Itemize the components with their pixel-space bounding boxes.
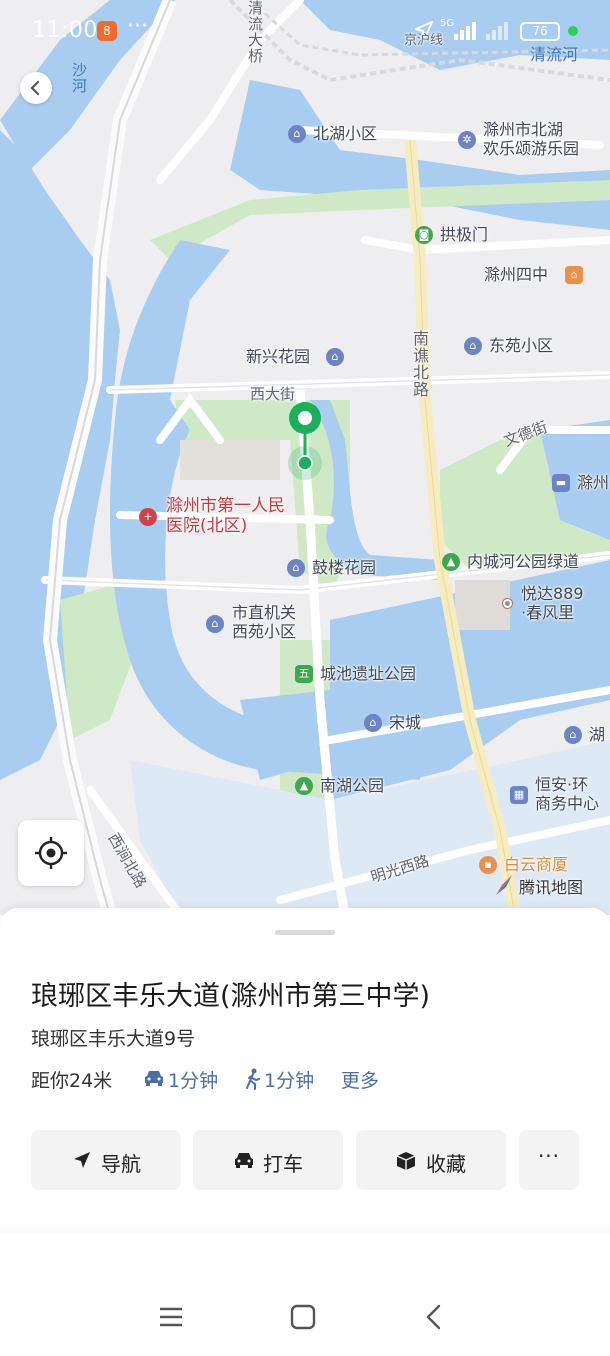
place-address: 琅琊区丰乐大道9号 — [31, 1028, 196, 1050]
map-label-lake-short[interactable]: 湖 — [589, 726, 605, 744]
heritage-park-icon: 五 — [295, 665, 313, 683]
shopping-icon: ▪ — [479, 856, 497, 874]
map-label-song-city[interactable]: 宋城 — [389, 714, 421, 732]
map-view[interactable]: 11:00 8 ··· 5G 76 清流大桥 沙河 京沪线 清流河 ⌂ 北湖小区… — [0, 0, 610, 915]
map-label-gulou-garden[interactable]: 鼓楼花园 — [312, 559, 376, 577]
map-label-jinghu-line: 京沪线 — [404, 33, 444, 48]
status-time: 11:00 — [32, 18, 98, 43]
taxi-icon — [235, 1153, 253, 1168]
map-label-nanhu-park[interactable]: 南湖公园 — [320, 777, 384, 795]
residential-icon: ⌂ — [287, 559, 305, 577]
scenic-spot-icon: ◙ — [415, 226, 433, 244]
map-label-hengan-2[interactable]: 商务中心 — [535, 795, 599, 813]
map-label-qingliu-bridge: 清流大桥 — [246, 0, 264, 64]
map-label-hospital-2[interactable]: 医院(北区) — [166, 516, 247, 537]
place-title: 琅琊区丰乐大道(滁州市第三中学) — [31, 981, 431, 1012]
hospital-icon: + — [139, 508, 157, 526]
status-more-dots: ··· — [127, 14, 148, 39]
school-icon: ⌂ — [565, 266, 583, 284]
residential-icon: ⌂ — [364, 714, 382, 732]
navigation-arrow-icon — [74, 1152, 90, 1168]
favorite-label: 收藏 — [426, 1152, 466, 1176]
more-dots-icon: ··· — [537, 1144, 561, 1168]
distance-text: 距你24米 — [31, 1070, 113, 1092]
chevron-left-icon — [30, 80, 40, 96]
crosshair-icon — [35, 837, 67, 869]
tencent-map-logo-icon — [496, 875, 512, 895]
section-divider — [0, 1226, 610, 1234]
office-building-icon: ▦ — [510, 786, 528, 804]
residential-icon: ⌂ — [206, 615, 224, 633]
sheet-drag-handle[interactable] — [275, 930, 335, 935]
drive-time[interactable]: 1分钟 — [168, 1066, 218, 1093]
taxi-button[interactable]: 打车 — [193, 1130, 343, 1190]
park-icon: ▲ — [442, 553, 460, 571]
residential-icon: ⌂ — [464, 337, 482, 355]
favorite-button[interactable]: 收藏 — [356, 1130, 506, 1190]
back-icon[interactable] — [424, 1304, 444, 1330]
charging-dot-icon — [568, 26, 578, 36]
walk-time[interactable]: 1分钟 — [264, 1066, 314, 1093]
map-label-gongji-gate[interactable]: 拱极门 — [440, 226, 488, 244]
hotel-icon: ▬ — [552, 474, 570, 492]
back-button[interactable] — [20, 72, 52, 104]
map-label-hospital[interactable]: 滁州市第一人民 — [166, 496, 285, 517]
map-label-beihu-community[interactable]: 北湖小区 — [313, 125, 377, 143]
status-bar: 11:00 8 ··· 5G 76 — [0, 0, 610, 62]
notification-app-icon: 8 — [97, 21, 117, 41]
amusement-park-icon: ✲ — [458, 131, 476, 149]
residential-icon: ⌂ — [564, 726, 582, 744]
map-label-xidajie: 西大街 — [250, 385, 296, 403]
signal-strength-icon — [454, 22, 476, 40]
home-icon[interactable] — [290, 1304, 316, 1330]
more-routes-link[interactable]: 更多 — [341, 1066, 379, 1093]
map-label-yueda-2[interactable]: ·春风里 — [521, 604, 574, 622]
recent-apps-icon[interactable] — [158, 1306, 184, 1328]
navigate-button[interactable]: 导航 — [31, 1130, 181, 1190]
car-icon — [145, 1071, 163, 1086]
signal-strength-2-icon — [486, 22, 508, 40]
map-label-gov-2[interactable]: 西苑小区 — [232, 623, 296, 641]
taxi-label: 打车 — [263, 1152, 303, 1176]
map-label-hengan[interactable]: 恒安·环 — [535, 776, 588, 794]
map-label-chuzhou-no4[interactable]: 滁州四中 — [484, 266, 548, 284]
network-type-label: 5G — [440, 18, 455, 29]
map-label-nanqiao-road: 南谯北路 — [410, 330, 429, 398]
map-label-chuzhou-short[interactable]: 滁州 — [577, 474, 609, 492]
mall-icon — [503, 599, 512, 608]
park-icon: ▲ — [295, 777, 313, 795]
residential-icon: ⌂ — [288, 125, 306, 143]
map-label-gov[interactable]: 市直机关 — [232, 604, 296, 622]
battery-indicator: 76 — [520, 22, 560, 41]
residential-icon: ⌂ — [326, 348, 344, 366]
map-label-sha-river: 沙河 — [70, 62, 88, 94]
map-label-beihu-park-2[interactable]: 欢乐颂游乐园 — [483, 140, 579, 158]
map-label-inner-river-park[interactable]: 内城河公园绿道 — [467, 553, 579, 571]
box-icon — [396, 1152, 416, 1170]
walking-icon — [246, 1068, 260, 1090]
map-label-baiyun-mall[interactable]: 白云商厦 — [504, 856, 568, 874]
map-label-yueda[interactable]: 悦达889 — [521, 585, 584, 603]
map-label-beihu-park[interactable]: 滁州市北湖 — [483, 121, 563, 139]
my-location-button[interactable] — [18, 820, 84, 886]
map-label-city-wall-park[interactable]: 城池遗址公园 — [320, 665, 416, 683]
map-label-dongyuan-community[interactable]: 东苑小区 — [489, 337, 553, 355]
more-actions-button[interactable]: ··· — [519, 1130, 579, 1190]
navigate-label: 导航 — [101, 1152, 141, 1176]
map-brand-label: 腾讯地图 — [519, 878, 584, 897]
map-label-xinxing-garden[interactable]: 新兴花园 — [246, 348, 310, 366]
map-label-qingliu-river: 清流河 — [530, 45, 579, 64]
system-navigation-bar — [0, 1280, 610, 1356]
